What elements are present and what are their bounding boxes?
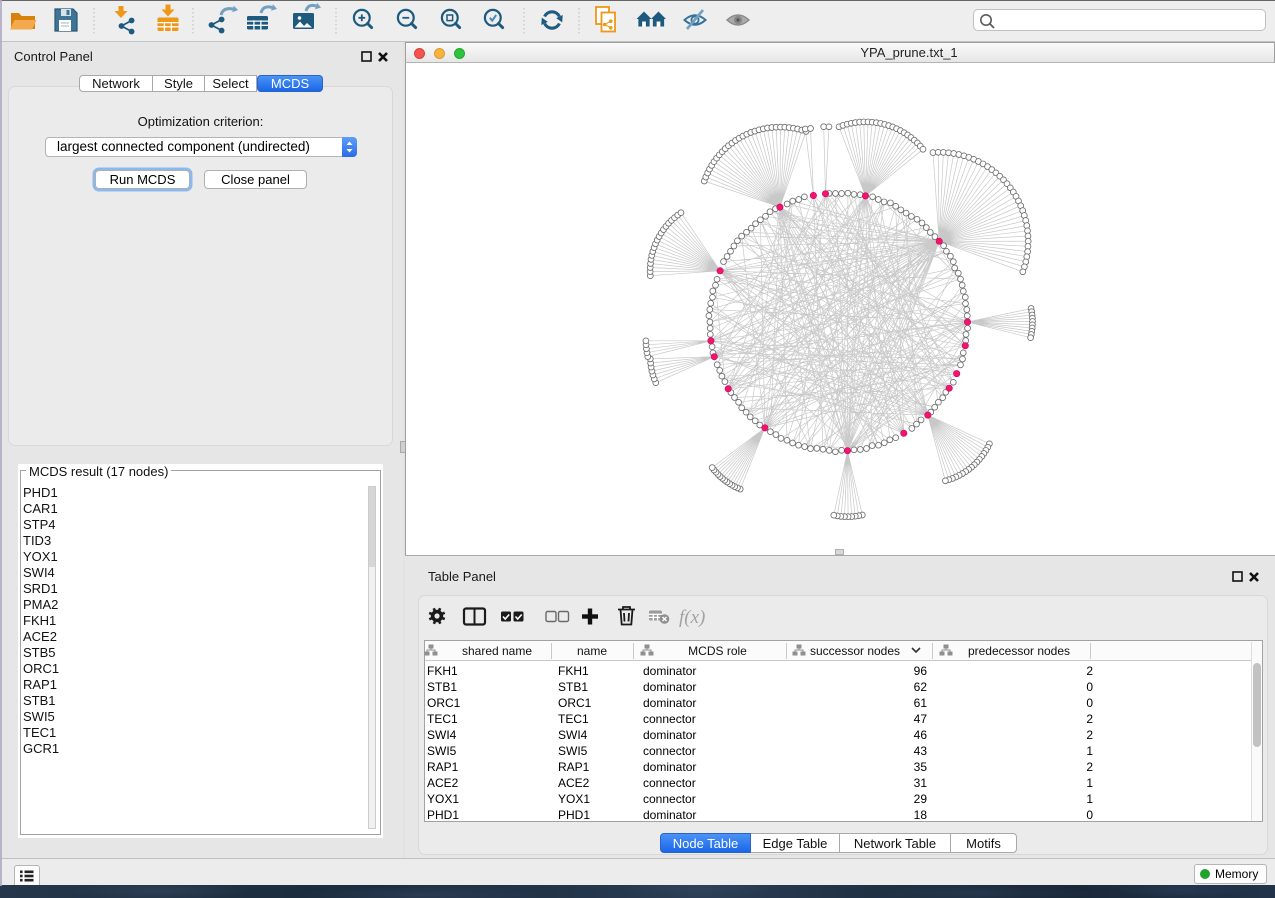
svg-text:f(x): f(x)	[679, 607, 705, 628]
